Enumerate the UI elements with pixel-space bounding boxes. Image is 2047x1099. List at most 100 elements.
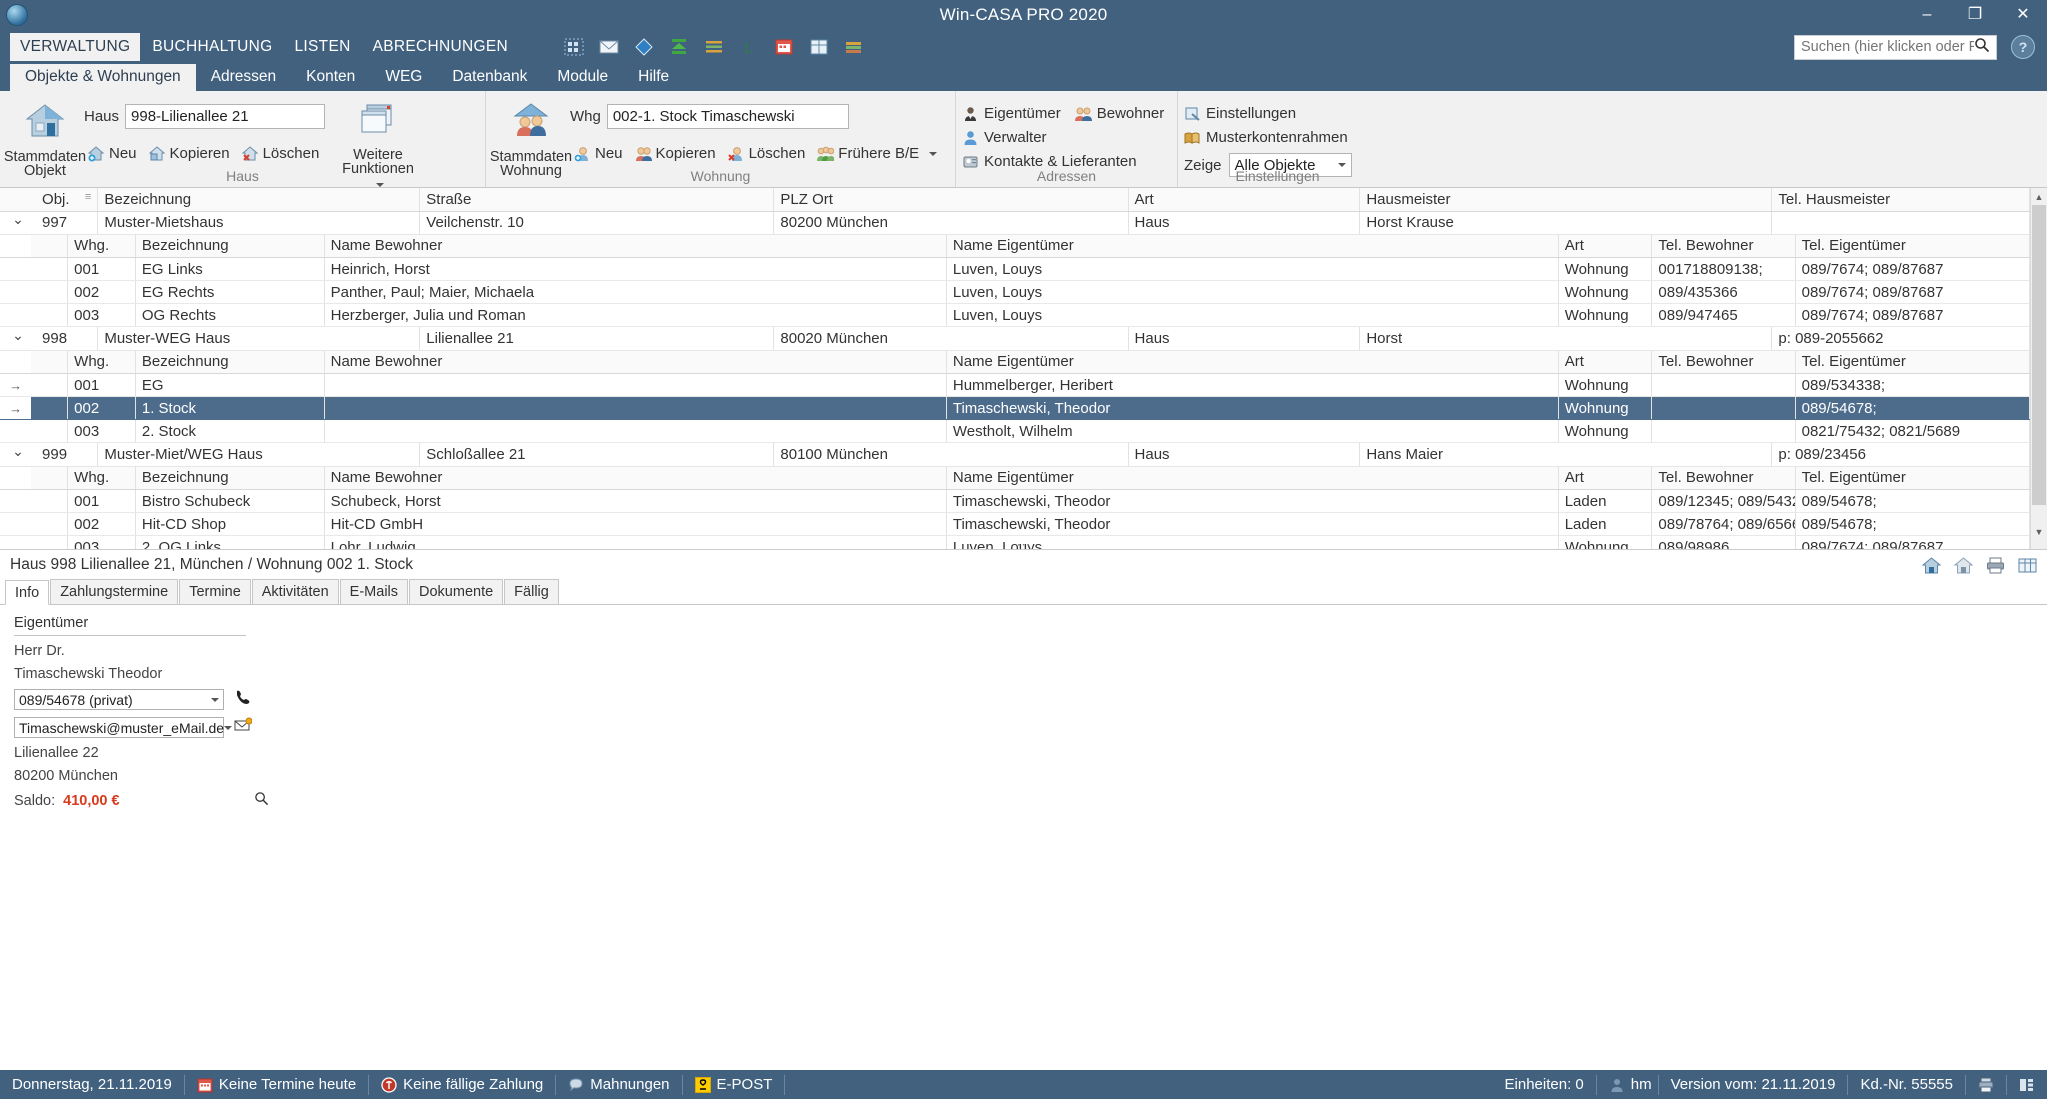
status-zahlung[interactable]: Keine fällige Zahlung: [369, 1075, 555, 1095]
unit-row[interactable]: 0032. StockWestholt, WilhelmWohnung0821/…: [0, 420, 2030, 443]
diamond-icon[interactable]: [633, 37, 655, 57]
mail-icon[interactable]: [598, 37, 620, 57]
scroll-thumb[interactable]: [2032, 205, 2046, 505]
grid-vertical-scrollbar[interactable]: ▲ ▼: [2030, 188, 2047, 549]
expand-collapse-toggle[interactable]: ⌄: [0, 443, 36, 466]
grid-column-header[interactable]: Obj. ≡: [36, 188, 98, 211]
grid-column-header[interactable]: Bezeichnung: [98, 188, 420, 211]
grid-select-icon[interactable]: [563, 37, 585, 57]
unit-column-header[interactable]: Bezeichnung: [135, 351, 324, 374]
unit-row[interactable]: 002Hit-CD ShopHit-CD GmbHTimaschewski, T…: [0, 513, 2030, 536]
house-blue-icon[interactable]: [1922, 557, 1941, 574]
unit-column-header[interactable]: Name Bewohner: [324, 351, 946, 374]
search-input[interactable]: [1801, 39, 1974, 55]
menu-item-buchhaltung[interactable]: BUCHHALTUNG: [142, 33, 282, 61]
grid-splitter[interactable]: ⋯: [0, 540, 2047, 549]
tab-adressen[interactable]: Adressen: [196, 64, 291, 91]
stack-icon[interactable]: [843, 37, 865, 57]
chevron-down-icon[interactable]: [929, 152, 937, 156]
unit-column-header[interactable]: Tel. Bewohner: [1652, 351, 1795, 374]
table-export-icon[interactable]: [2018, 557, 2037, 574]
status-user[interactable]: hm: [1597, 1075, 1658, 1095]
maximize-button[interactable]: ❐: [1951, 0, 1999, 30]
object-row[interactable]: ⌄999Muster-Miet/WEG HausSchloßallee 2180…: [0, 443, 2030, 466]
phone-icon[interactable]: [234, 689, 250, 710]
object-row[interactable]: ⌄998Muster-WEG HausLilienallee 2180020 M…: [0, 327, 2030, 350]
musterkontenrahmen-button[interactable]: Musterkontenrahmen: [1184, 129, 1352, 146]
menu-item-listen[interactable]: LISTEN: [285, 33, 361, 61]
unit-column-header[interactable]: Tel. Eigentümer: [1795, 235, 2029, 258]
scroll-up-button[interactable]: ▲: [2031, 188, 2047, 205]
eigentuemer-button[interactable]: Eigentümer: [962, 105, 1061, 122]
einstellungen-button[interactable]: Einstellungen: [1184, 105, 1352, 122]
scroll-down-button[interactable]: ▼: [2031, 523, 2047, 540]
unit-column-header[interactable]: Name Eigentümer: [946, 351, 1558, 374]
email-new-icon[interactable]: [234, 717, 252, 738]
menu-item-verwaltung[interactable]: VERWALTUNG: [10, 33, 140, 61]
unit-column-header[interactable]: Art: [1558, 351, 1652, 374]
unit-row[interactable]: →001EGHummelberger, HeribertWohnung089/5…: [0, 374, 2030, 397]
unit-column-header[interactable]: Name Bewohner: [324, 235, 946, 258]
status-grid-button[interactable]: [2007, 1075, 2047, 1095]
haus-neu-button[interactable]: Neu: [84, 143, 141, 164]
saldo-search-icon[interactable]: [254, 791, 269, 811]
grid-column-header[interactable]: Tel. Hausmeister: [1772, 188, 2030, 211]
close-button[interactable]: ✕: [1999, 0, 2047, 30]
unit-column-header[interactable]: Whg.: [68, 235, 136, 258]
printer-icon[interactable]: [1986, 557, 2005, 574]
tab-module[interactable]: Module: [542, 64, 623, 91]
tab-hilfe[interactable]: Hilfe: [623, 64, 684, 91]
search-box[interactable]: [1794, 35, 1997, 60]
bewohner-button[interactable]: Bewohner: [1075, 105, 1165, 122]
unit-column-header[interactable]: Whg.: [68, 467, 136, 490]
grid-column-header[interactable]: Straße: [420, 188, 774, 211]
letter-l-icon[interactable]: L: [738, 37, 760, 57]
unit-column-header[interactable]: Tel. Eigentümer: [1795, 351, 2029, 374]
unit-row[interactable]: 001Bistro SchubeckSchubeck, HorstTimasch…: [0, 490, 2030, 513]
expand-collapse-toggle[interactable]: ⌄: [0, 211, 36, 234]
verwalter-button[interactable]: Verwalter: [962, 129, 1164, 146]
status-termine[interactable]: Keine Termine heute: [185, 1075, 368, 1095]
detail-tab-emails[interactable]: E-Mails: [340, 579, 408, 604]
help-button[interactable]: ?: [2011, 35, 2035, 59]
detail-tab-termine[interactable]: Termine: [179, 579, 251, 604]
unit-row[interactable]: 003OG RechtsHerzberger, Julia und RomanL…: [0, 304, 2030, 327]
minimize-button[interactable]: –: [1903, 0, 1951, 30]
tab-objekte-wohnungen[interactable]: Objekte & Wohnungen: [10, 64, 196, 91]
unit-column-header[interactable]: Bezeichnung: [135, 467, 324, 490]
chevron-down-icon[interactable]: [211, 698, 219, 702]
list-lines-icon[interactable]: [703, 37, 725, 57]
object-row[interactable]: ⌄997Muster-MietshausVeilchenstr. 1080200…: [0, 211, 2030, 234]
unit-row[interactable]: 001EG LinksHeinrich, HorstLuven, LouysWo…: [0, 258, 2030, 281]
whg-input[interactable]: 002-1. Stock Timaschewski: [607, 104, 849, 129]
haus-input[interactable]: 998-Lilienallee 21: [125, 104, 325, 129]
grid-column-header[interactable]: PLZ Ort: [774, 188, 1128, 211]
status-printer-button[interactable]: [1966, 1075, 2006, 1095]
grid-column-header[interactable]: Art: [1128, 188, 1360, 211]
detail-tab-aktivitaeten[interactable]: Aktivitäten: [252, 579, 339, 604]
haus-kopieren-button[interactable]: Kopieren: [145, 143, 234, 164]
tab-konten[interactable]: Konten: [291, 64, 370, 91]
unit-column-header[interactable]: Tel. Eigentümer: [1795, 467, 2029, 490]
owner-phone-select[interactable]: 089/54678 (privat): [14, 689, 224, 710]
expand-collapse-toggle[interactable]: ⌄: [0, 327, 36, 350]
wohnung-kopieren-button[interactable]: Kopieren: [631, 143, 720, 164]
unit-column-header[interactable]: Name Bewohner: [324, 467, 946, 490]
chevron-down-icon[interactable]: [224, 726, 232, 730]
unit-column-header[interactable]: Whg.: [68, 351, 136, 374]
unit-column-header[interactable]: Bezeichnung: [135, 235, 324, 258]
wohnung-loeschen-button[interactable]: Löschen: [724, 143, 810, 164]
status-mahnungen[interactable]: Mahnungen: [556, 1075, 681, 1095]
download-green-icon[interactable]: [668, 37, 690, 57]
unit-column-header[interactable]: Art: [1558, 467, 1652, 490]
search-icon[interactable]: [1974, 37, 1990, 58]
unit-row[interactable]: 002EG RechtsPanther, Paul; Maier, Michae…: [0, 281, 2030, 304]
detail-tab-info[interactable]: Info: [5, 580, 49, 605]
unit-row[interactable]: →0021. StockTimaschewski, TheodorWohnung…: [0, 397, 2030, 420]
unit-column-header[interactable]: Tel. Bewohner: [1652, 467, 1795, 490]
fruehere-be-button[interactable]: Frühere B/E: [813, 143, 941, 164]
menu-item-abrechnungen[interactable]: ABRECHNUNGEN: [363, 33, 518, 61]
table-icon[interactable]: [808, 37, 830, 57]
wohnung-neu-button[interactable]: Neu: [570, 143, 627, 164]
detail-tab-faellig[interactable]: Fällig: [504, 579, 559, 604]
